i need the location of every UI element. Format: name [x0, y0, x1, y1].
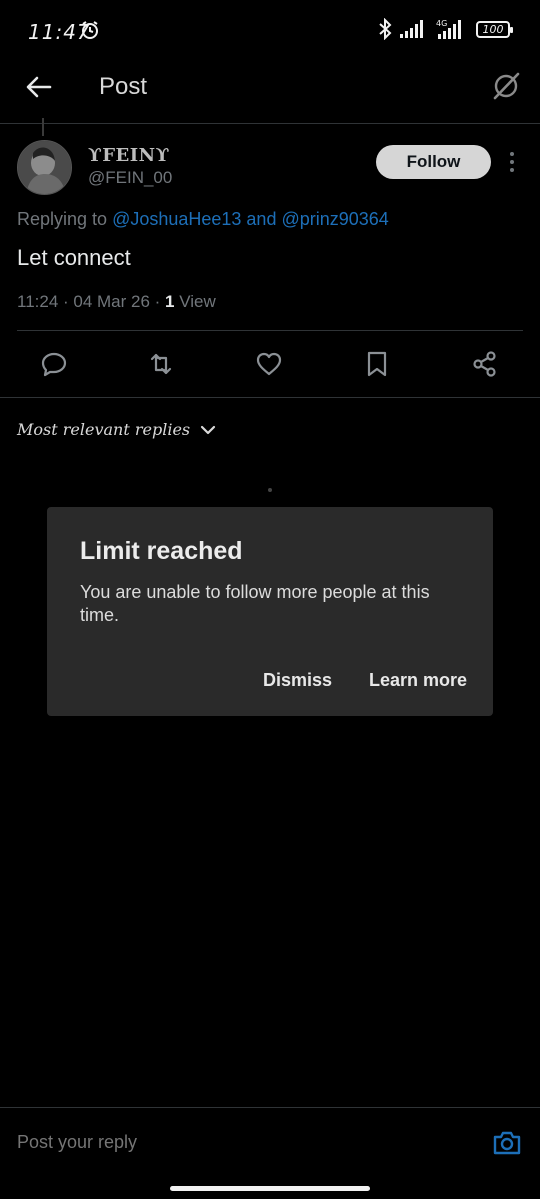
dismiss-button[interactable]: Dismiss [263, 670, 332, 691]
post-meta: 11:24 · 04 Mar 26 · 1 View [17, 292, 216, 312]
status-icons: 4G 100 [378, 18, 513, 40]
dialog-title: Limit reached [80, 537, 243, 565]
signal-4g-icon: 4G [436, 19, 461, 39]
chevron-down-icon [201, 425, 216, 434]
avatar-image [18, 141, 71, 194]
top-app-bar: Post [0, 62, 540, 124]
post-actions [0, 340, 540, 388]
replies-sort-selector[interactable]: Most relevant replies [17, 420, 216, 439]
battery-icon: 100 [476, 20, 513, 38]
post-timestamp: 11:24 · 04 Mar 26 · [17, 292, 166, 311]
user-handle[interactable]: @FEIN_00 [88, 168, 172, 188]
reply-and-text: and [241, 209, 282, 229]
reply-composer [0, 1107, 540, 1199]
reply-icon[interactable] [40, 350, 68, 378]
display-name-text: FEIN [102, 145, 156, 166]
view-count: 1 [165, 292, 175, 311]
reply-user-link[interactable]: @JoshuaHee13 [112, 209, 241, 229]
display-name[interactable]: ϒFEINϒ [88, 145, 170, 166]
post-text: Let connect [17, 245, 131, 270]
signal-icon [400, 20, 423, 38]
follow-button[interactable]: Follow [376, 145, 491, 179]
ornament-left-icon: ϒ [88, 145, 103, 166]
repost-icon[interactable] [147, 350, 175, 378]
replying-to: Replying to @JoshuaHee13 and @prinz90364 [17, 209, 389, 230]
grok-icon[interactable] [490, 70, 522, 102]
alarm-icon [82, 21, 98, 39]
reply-input[interactable] [17, 1132, 417, 1153]
avatar[interactable] [17, 140, 72, 195]
back-arrow-icon[interactable] [24, 72, 54, 102]
page-title: Post [99, 73, 148, 100]
share-icon[interactable] [471, 350, 499, 378]
divider [17, 330, 523, 331]
home-indicator[interactable] [170, 1186, 370, 1191]
replying-prefix: Replying to [17, 209, 113, 229]
camera-icon[interactable] [492, 1128, 522, 1158]
sort-label: Most relevant replies [17, 420, 191, 439]
ornament-right-icon: ϒ [155, 145, 170, 166]
view-label: View [174, 292, 216, 311]
loading-indicator [268, 488, 272, 492]
like-icon[interactable] [255, 350, 283, 378]
learn-more-button[interactable]: Learn more [369, 670, 467, 691]
dialog-message: You are unable to follow more people at … [80, 582, 430, 625]
status-bar: 11:47 4G 100 [0, 0, 540, 62]
svg-text:4G: 4G [436, 19, 447, 28]
thread-line [42, 118, 44, 136]
divider [0, 397, 540, 398]
bookmark-icon[interactable] [363, 350, 391, 378]
more-options-icon[interactable] [506, 150, 518, 174]
reply-user-link[interactable]: @prinz90364 [281, 209, 388, 229]
bluetooth-icon [379, 18, 392, 40]
limit-reached-dialog: Limit reached You are unable to follow m… [47, 507, 493, 716]
